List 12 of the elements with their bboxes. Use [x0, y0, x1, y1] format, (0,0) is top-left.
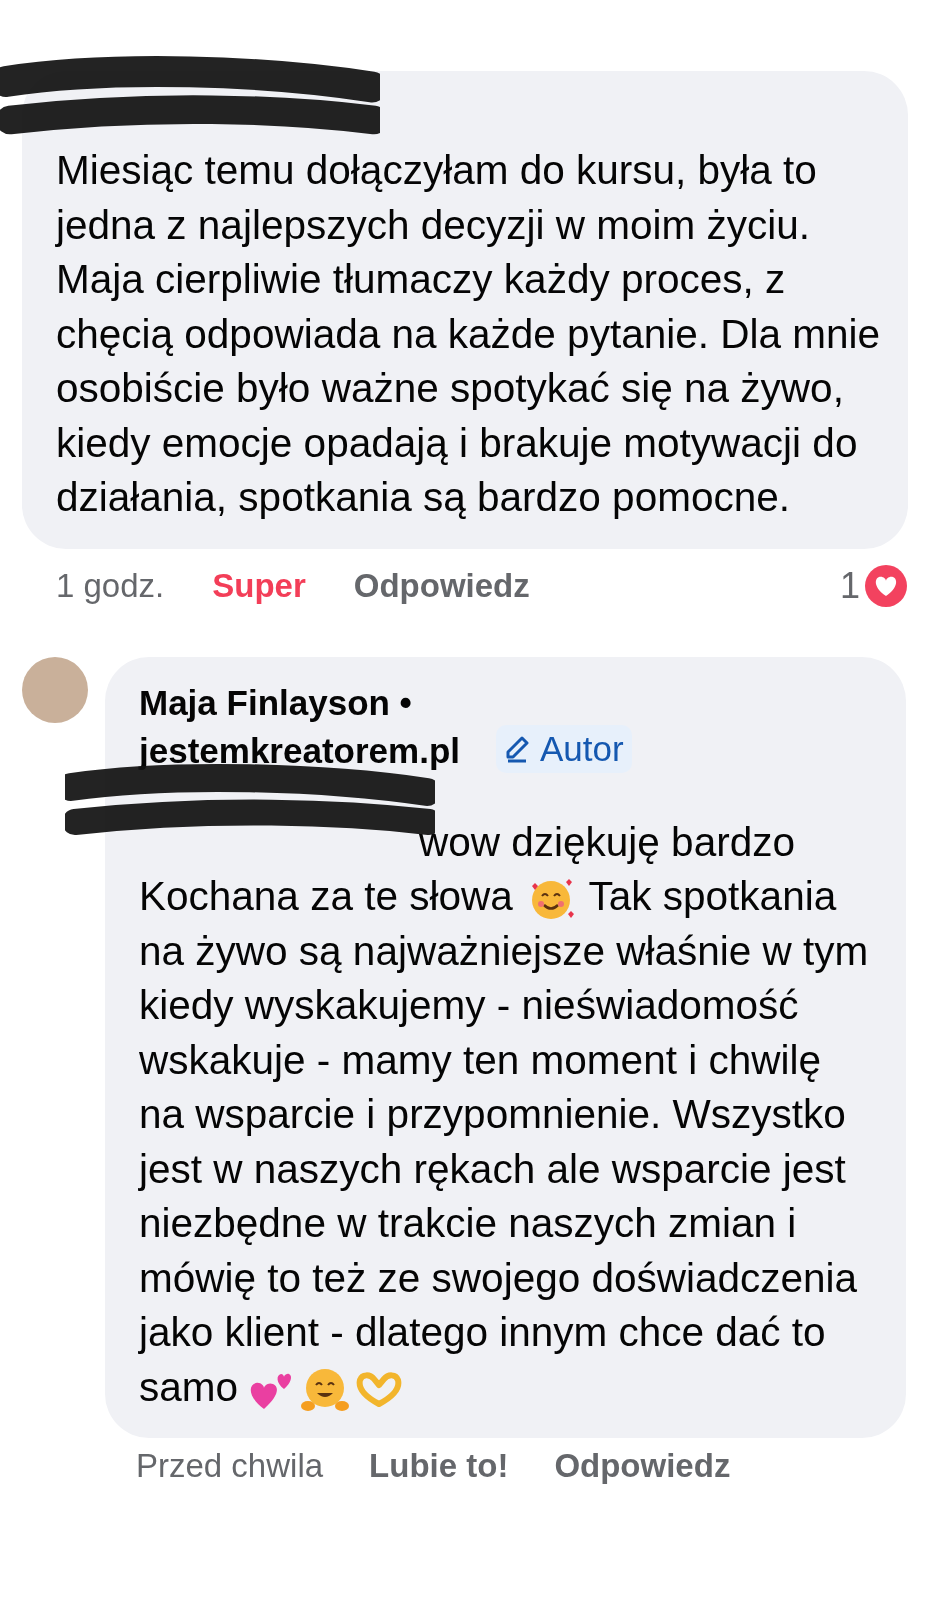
heart-reaction-icon: [864, 563, 908, 608]
reply-link[interactable]: Odpowiedz: [554, 1446, 731, 1486]
reaction-count: 1: [839, 563, 860, 608]
reaction-link[interactable]: Super: [212, 560, 306, 611]
like-link[interactable]: Lubie to!: [369, 1446, 509, 1486]
author-name[interactable]: Maja Finlayson • jestemkreatorem.pl: [139, 678, 484, 775]
reply-link[interactable]: Odpowiedz: [353, 560, 530, 611]
comment-time: 1 godz.: [56, 565, 165, 606]
reply-time: Przed chwila: [136, 1446, 324, 1486]
author-badge: Autor: [496, 724, 632, 773]
reply-text: wow dziękuję bardzo Kochana za te słowa Tak spotkania na żywo są najważniejsze właśnie w tym kiedy wyskakujemy - nieświadomość wskakuje - mamy ten moment i chwilę na wsparcie i przypomnienie. Wszystko jest w naszych rękach ale wsparcie jest niezbędne w trakcie naszych zmian i mówię to też ze swojego doświadczenia jako klient - dlatego innym chce dać to samo: [139, 814, 874, 1414]
comment-text: Miesiąc temu dołączyłam do kursu, była to jedna z najlepszych decyzji w moim życiu. Maja cierpliwie tłumaczy każdy proces, z chęcią odpowiada na każde pytanie. Dla mnie osobiście było ważne spotykać się na żywo, kiedy emocje opadają i brakuje motywacji do działania, spotkania są bardzo pomocne.: [56, 146, 882, 522]
